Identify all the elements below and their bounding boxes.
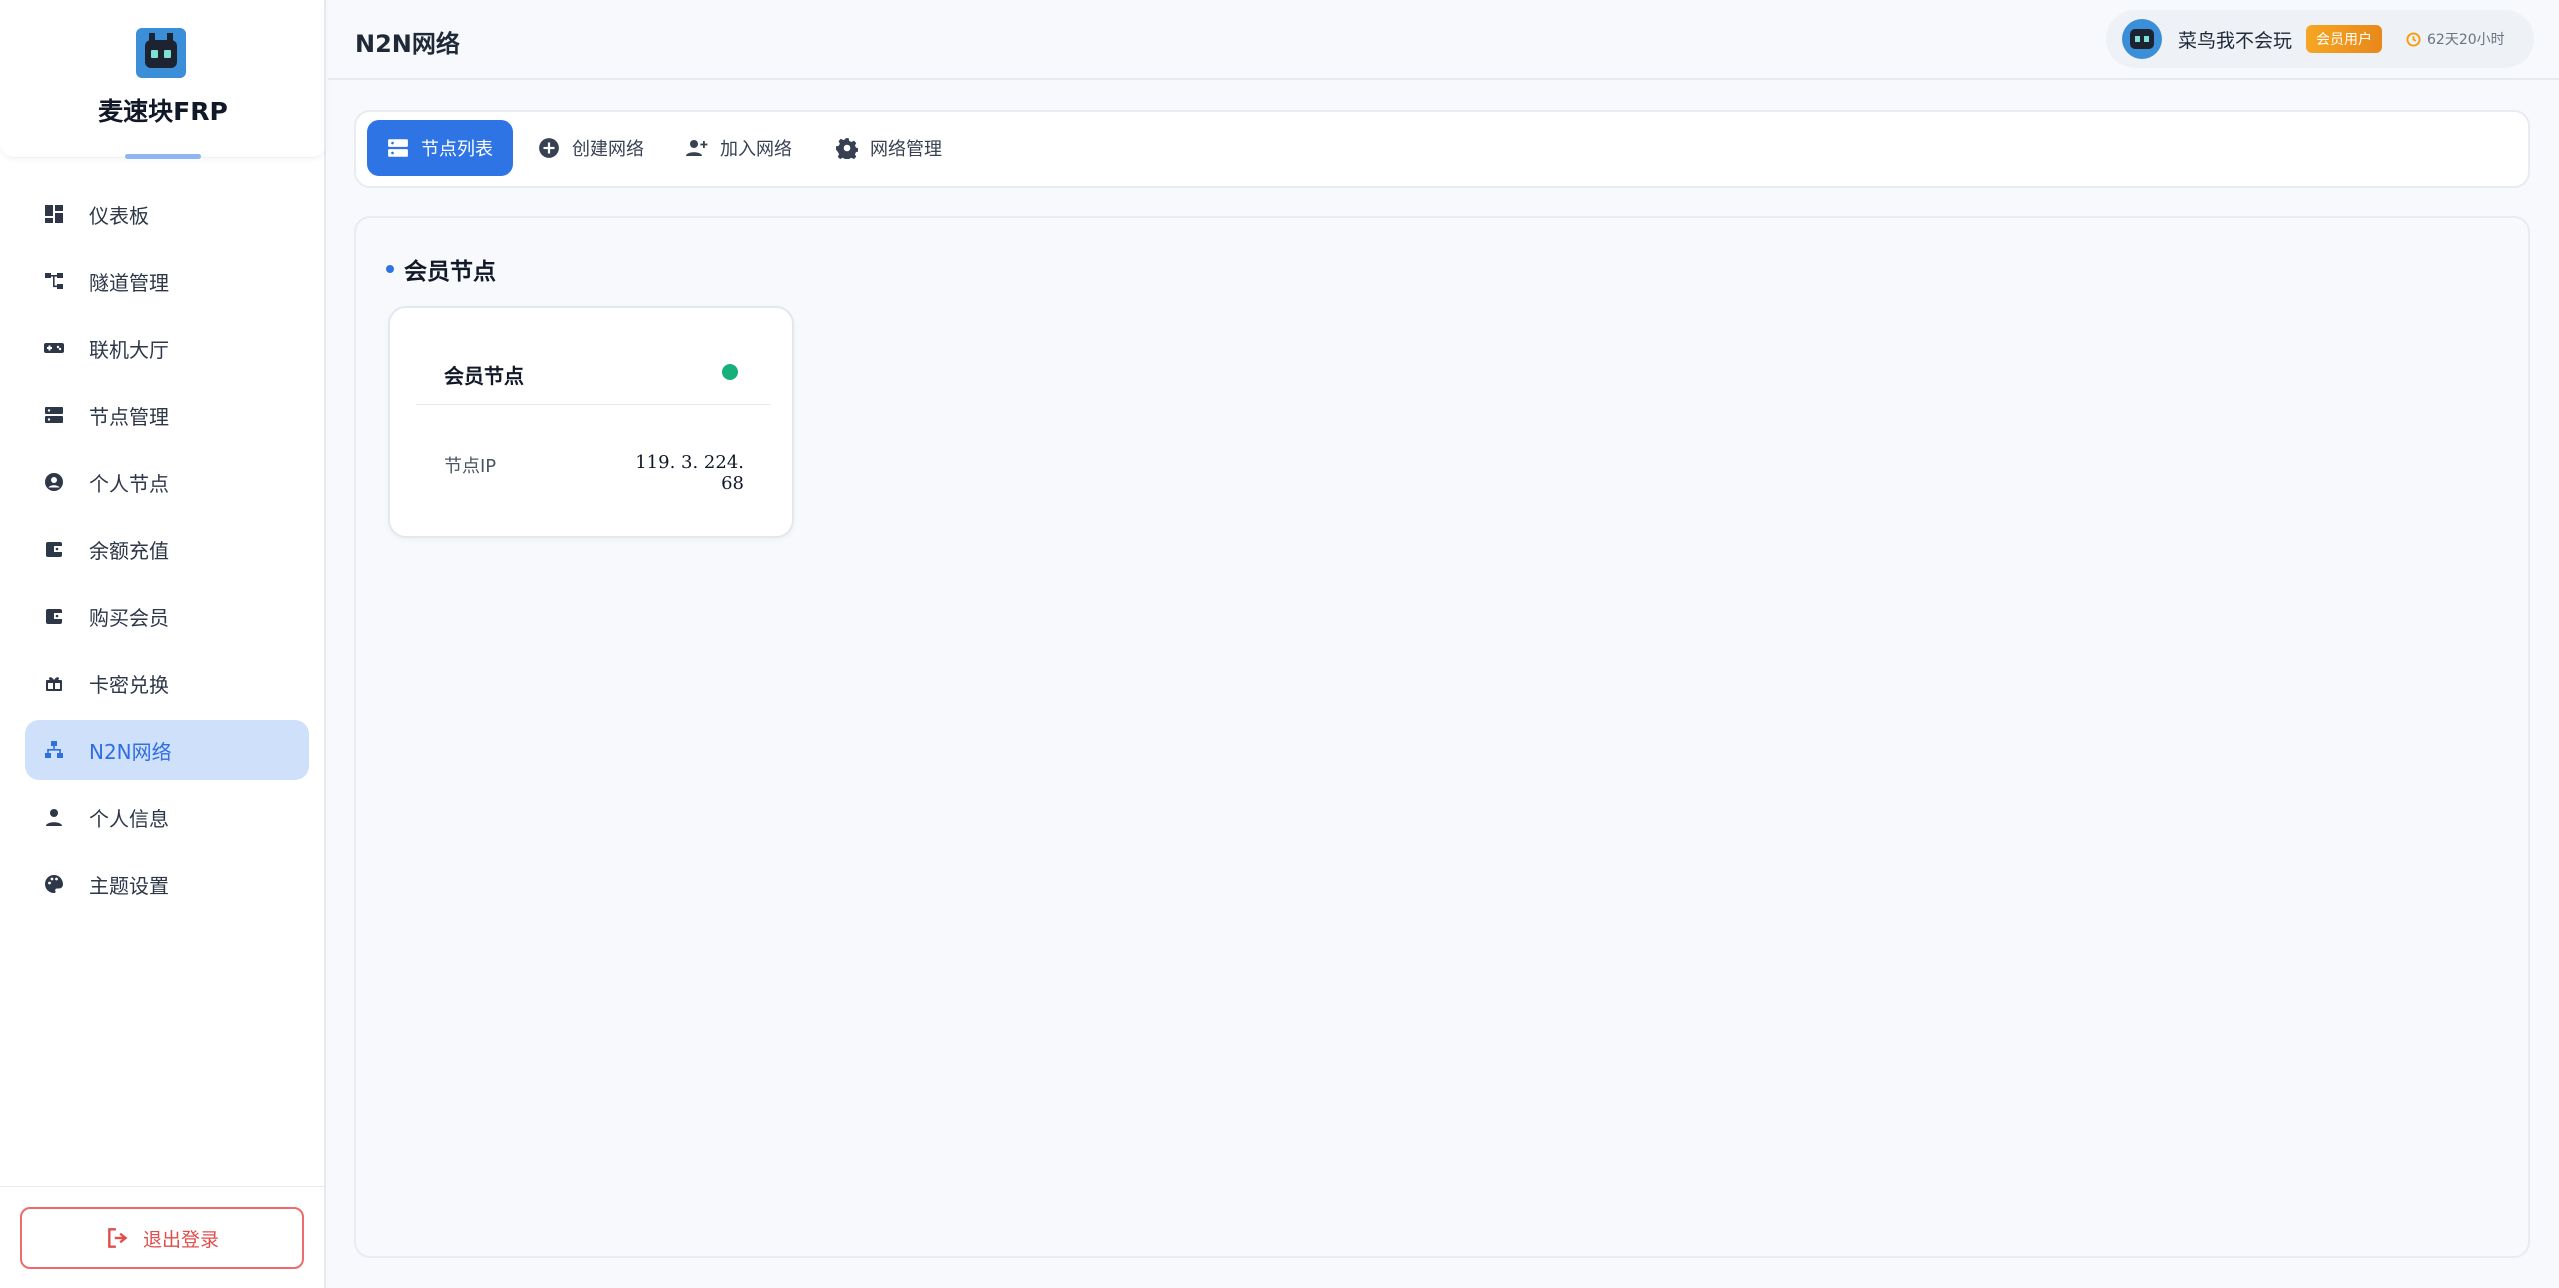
node-ip-label: 节点IP [444,456,497,477]
sidebar-item-label: 购买会员 [89,605,169,630]
logo-face [145,40,177,68]
sidebar-item-lobby[interactable]: 联机大厅 [25,318,309,378]
sidebar-item-nodes[interactable]: 节点管理 [25,385,309,445]
user-menu[interactable]: 菜鸟我不会玩 会员用户 62天20小时 [2106,10,2534,68]
tunnel-icon [43,270,65,292]
node-card[interactable]: 会员节点 节点IP 119. 3. 224. 68 [388,306,794,538]
sidebar-item-label: 余额充值 [89,538,169,563]
section-title-text: 会员节点 [404,259,496,285]
section-title: 会员节点 [386,252,496,286]
sidebar-item-dashboard[interactable]: 仪表板 [25,184,309,244]
page-title: N2N网络 [355,30,460,58]
logout-icon [108,1228,128,1248]
sidebar-item-label: 节点管理 [89,404,169,429]
node-ip-value: 119. 3. 224. 68 [635,452,744,494]
sidebar-item-label: 个人信息 [89,806,169,831]
network-icon [43,739,65,761]
tab-label: 网络管理 [870,139,942,160]
gift-icon [43,672,65,694]
server-icon [43,404,65,426]
sidebar-item-redeem[interactable]: 卡密兑换 [25,653,309,713]
sidebar-item-personal-nodes[interactable]: 个人节点 [25,452,309,512]
sidebar-item-theme[interactable]: 主题设置 [25,854,309,914]
sidebar-item-tunnels[interactable]: 隧道管理 [25,251,309,311]
plus-circle-icon [539,138,559,158]
sidebar: 麦速块FRP 仪表板 隧道管理 联机大厅 节点管理 个人节点 余额充值 购买会员… [0,0,326,1288]
tab-join-network[interactable]: 加入网络 [686,120,792,176]
tab-label: 节点列表 [421,139,493,160]
dashboard-icon [43,203,65,225]
sidebar-item-profile[interactable]: 个人信息 [25,787,309,847]
tab-label: 创建网络 [572,139,644,160]
avatar-eye-left [2135,36,2140,42]
user-plus-icon [686,140,708,156]
palette-icon [43,873,65,895]
avatar-eye-right [2144,36,2149,42]
brand-underline [125,154,201,159]
membership-expiry: 62天20小时 [2406,29,2505,49]
tab-label: 加入网络 [720,139,792,160]
node-status-indicator [722,364,738,380]
section-bullet [386,265,394,273]
tab-create-network[interactable]: 创建网络 [538,120,644,176]
sidebar-item-label: 联机大厅 [89,337,169,362]
gamepad-icon [43,337,65,359]
sidebar-footer: 退出登录 [0,1186,326,1288]
logo-eye-right [164,50,171,58]
sidebar-item-label: 隧道管理 [89,270,169,295]
user-circle-icon [43,471,65,493]
top-header: N2N网络 菜鸟我不会玩 会员用户 62天20小时 [328,0,2559,80]
sidebar-item-recharge[interactable]: 余额充值 [25,519,309,579]
sidebar-item-label: 卡密兑换 [89,672,169,697]
sidebar-item-label: 主题设置 [89,873,169,898]
avatar[interactable] [2122,19,2162,59]
server-icon [388,139,408,157]
sidebar-item-buy-vip[interactable]: 购买会员 [25,586,309,646]
n2n-tabs: 节点列表 创建网络 加入网络 网络管理 [354,110,2530,188]
tab-network-manage[interactable]: 网络管理 [836,120,942,176]
sidebar-item-label: 仪表板 [89,203,149,228]
brand-header: 麦速块FRP [0,0,326,159]
expiry-text: 62天20小时 [2427,32,2505,48]
logout-button[interactable]: 退出登录 [20,1207,304,1269]
user-name: 菜鸟我不会玩 [2178,29,2293,52]
logout-label: 退出登录 [142,1228,219,1251]
app-root: 麦速块FRP 仪表板 隧道管理 联机大厅 节点管理 个人节点 余额充值 购买会员… [0,0,2559,1288]
sidebar-item-label: N2N网络 [89,739,172,764]
sidebar-item-n2n[interactable]: N2N网络 [25,720,309,780]
node-name: 会员节点 [444,364,524,388]
tab-node-list[interactable]: 节点列表 [367,120,513,176]
clock-icon [2406,31,2421,47]
gear-icon [836,138,858,159]
wallet-icon [43,538,65,560]
vip-badge: 会员用户 [2306,25,2383,53]
node-divider [416,404,770,405]
brand-logo[interactable] [136,28,186,78]
user-icon [43,806,65,828]
sidebar-item-label: 个人节点 [89,471,169,496]
logo-eye-left [151,50,158,58]
wallet-icon [43,605,65,627]
avatar-face [2130,29,2154,49]
brand-name: 麦速块FRP [98,97,228,126]
main-panel: 会员节点 会员节点 节点IP 119. 3. 224. 68 [354,216,2530,1258]
